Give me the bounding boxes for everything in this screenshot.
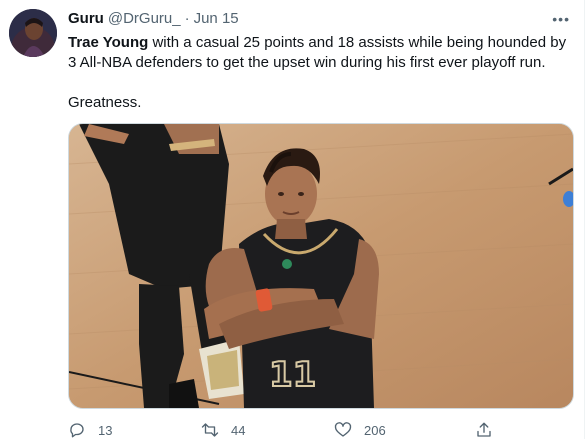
retweet-count: 44: [231, 422, 246, 438]
reply-count: 13: [98, 422, 113, 438]
share-icon: [477, 422, 491, 437]
author-name[interactable]: Guru: [68, 9, 104, 29]
like-count: 206: [364, 422, 386, 438]
tweet-image[interactable]: 11: [68, 123, 574, 409]
retweet-icon: [201, 423, 219, 437]
separator: ·: [184, 10, 190, 27]
tweet-text-line: Trae Young with a casual 25 points and 1…: [68, 33, 568, 73]
tweet-actions: 13 44 206: [68, 420, 498, 439]
tweet-text-bold: Trae Young: [68, 34, 149, 51]
like-button[interactable]: 206: [334, 420, 386, 439]
more-icon[interactable]: •••: [552, 9, 570, 29]
tweet-text-second: Greatness.: [68, 94, 142, 111]
avatar-image: [9, 9, 57, 57]
basketball-photo: 11: [69, 124, 573, 408]
tweet-date[interactable]: Jun 15: [194, 9, 239, 29]
reply-icon: [70, 423, 84, 438]
reply-button[interactable]: 13: [68, 420, 112, 439]
heart-icon: [334, 422, 352, 437]
tweet-text: Trae Young with a casual 25 points and 1…: [68, 33, 568, 113]
tweet[interactable]: Guru @DrGuru_ · Jun 15 ••• Trae Young wi…: [0, 0, 585, 439]
avatar[interactable]: [9, 9, 57, 57]
share-button[interactable]: [475, 420, 493, 439]
author-handle[interactable]: @DrGuru_: [108, 9, 181, 29]
retweet-button[interactable]: 44: [201, 420, 245, 439]
tweet-header: Guru @DrGuru_ · Jun 15 •••: [68, 9, 570, 29]
jersey-number: 11: [269, 355, 316, 395]
